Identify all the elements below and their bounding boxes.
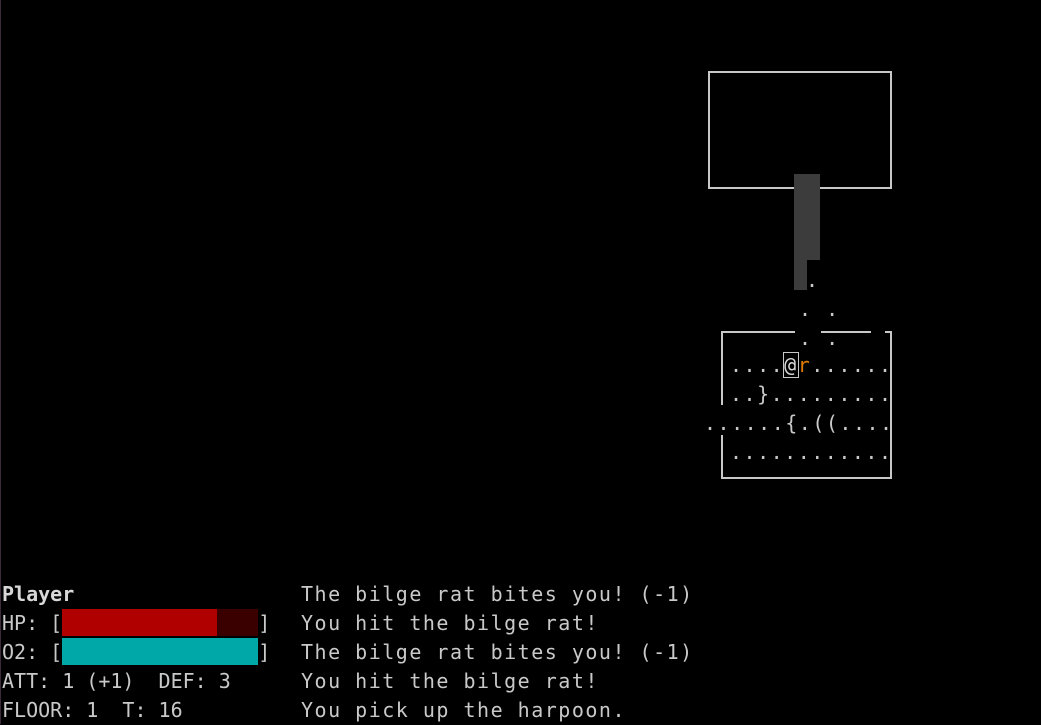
corridor-floor: . .	[799, 297, 840, 321]
floor-tiles: ....	[730, 353, 785, 377]
player-status-panel: Player HP: [] O2: [] ATT: 1 (+1) DEF: 3 …	[2, 580, 292, 725]
message-log: The bilge rat bites you! (-1) You hit th…	[301, 580, 1021, 725]
room-top	[708, 71, 892, 189]
corridor-floor: . .	[799, 326, 840, 350]
log-message: You pick up the harpoon.	[301, 698, 626, 722]
floor-turn-stats: FLOOR: 1 T: 16	[2, 698, 183, 722]
player-name: Player	[2, 582, 75, 606]
room-bottom-door-right	[871, 329, 885, 335]
player-icon: @	[783, 352, 799, 378]
corridor-floor: .	[806, 268, 820, 292]
o2-bar	[62, 638, 259, 665]
hp-bar-fill	[62, 609, 218, 636]
hp-bar	[62, 609, 259, 636]
log-message: You hit the bilge rat!	[301, 669, 599, 693]
o2-line: O2: []	[2, 638, 292, 667]
log-message: You hit the bilge rat!	[301, 611, 599, 635]
o2-label: O2: [	[2, 640, 63, 664]
dungeon-map: . . . . . ....@r...... ..}......... ....…	[0, 0, 1041, 560]
bilge-rat-icon: r	[797, 353, 812, 377]
floor-row-3: ............	[730, 440, 893, 464]
o2-bar-close: ]	[258, 640, 271, 664]
log-message: The bilge rat bites you! (-1)	[301, 640, 694, 664]
floor-row-1: ..}.........	[730, 382, 893, 406]
log-message: The bilge rat bites you! (-1)	[301, 582, 694, 606]
hp-bar-close: ]	[258, 611, 271, 635]
floor-row-2: ......{.((....	[704, 411, 894, 435]
hp-line: HP: []	[2, 609, 292, 638]
att-def-stats: ATT: 1 (+1) DEF: 3	[2, 669, 231, 693]
floor-row-0: ....@r......	[730, 351, 893, 380]
hp-label: HP: [	[2, 611, 63, 635]
floor-tiles: ......	[811, 353, 893, 377]
corridor-wall	[794, 174, 820, 260]
o2-bar-fill	[62, 638, 259, 665]
